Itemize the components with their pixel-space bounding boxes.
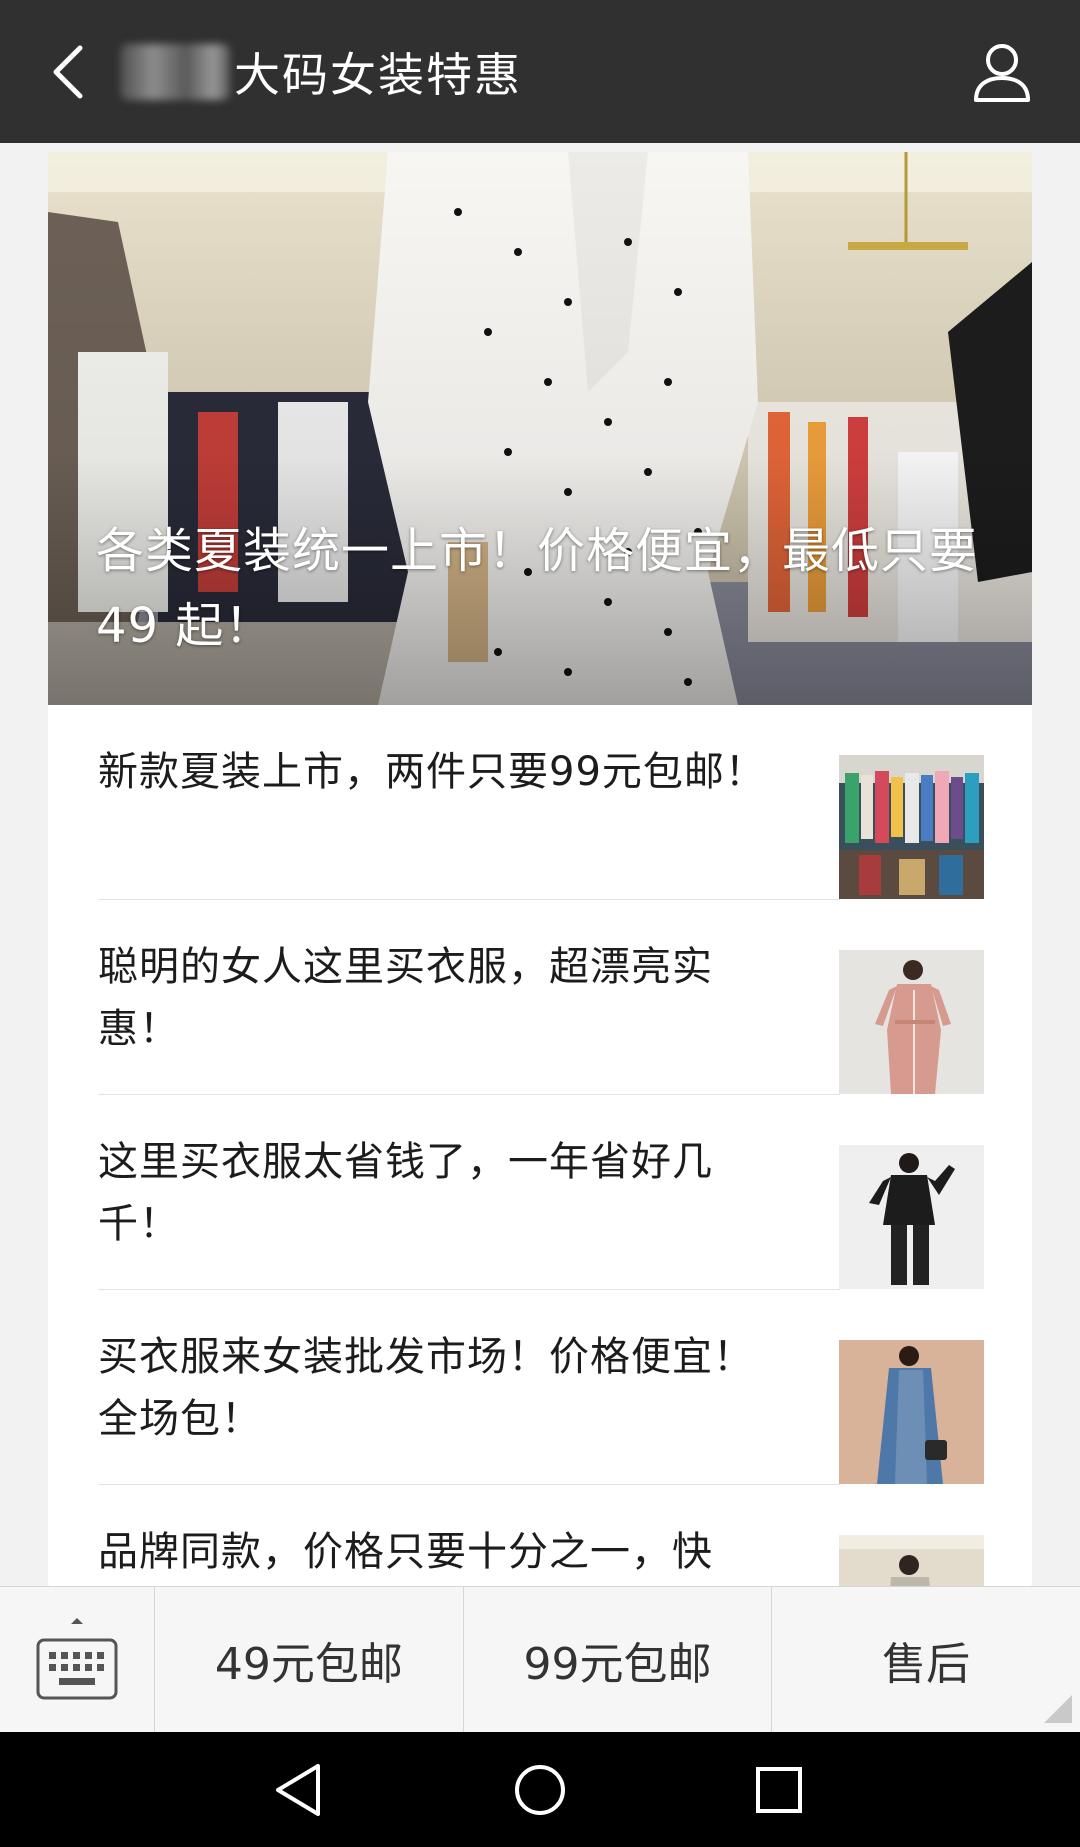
bottom-menu: 49元包邮 99元包邮 售后: [0, 1586, 1080, 1733]
menu-item-99-free-shipping[interactable]: 99元包邮: [464, 1587, 773, 1733]
wechat-official-account-page: 大码女装特惠 各类夏装统一上市！价格便宜，最低只要 49 起！ 新款夏装上市，两…: [0, 0, 1080, 1847]
menu-item-label: 售后: [882, 1639, 971, 1690]
keyboard-toggle-button[interactable]: [0, 1587, 155, 1733]
page-title: 大码女装特惠: [234, 48, 522, 102]
article-item[interactable]: 聪明的女人这里买衣服，超漂亮实惠！: [48, 900, 1032, 1095]
hero-title: 各类夏装统一上市！价格便宜，最低只要 49 起！: [96, 523, 979, 654]
square-recents-icon: [756, 1767, 802, 1813]
article-list: 新款夏装上市，两件只要99元包邮！ 聪明的女人这里买衣服，超漂亮实惠！ 这里买衣…: [48, 705, 1032, 1587]
profile-button[interactable]: [964, 34, 1040, 110]
top-bar: 大码女装特惠: [0, 0, 1080, 143]
triangle-back-icon: [276, 1764, 320, 1816]
article-item[interactable]: 品牌同款，价格只要十分之一，快: [48, 1485, 1032, 1587]
article-card: 各类夏装统一上市！价格便宜，最低只要 49 起！ 新款夏装上市，两件只要99元包…: [48, 152, 1032, 1587]
article-item[interactable]: 这里买衣服太省钱了，一年省好几千！: [48, 1095, 1032, 1290]
system-recents-button[interactable]: [743, 1754, 815, 1826]
chevron-left-icon: [53, 45, 83, 99]
article-thumbnail: [839, 1340, 984, 1484]
menu-item-label: 99元包邮: [523, 1639, 712, 1690]
article-title: 品牌同款，价格只要十分之一，快: [98, 1529, 713, 1575]
hero-article[interactable]: 各类夏装统一上市！价格便宜，最低只要 49 起！: [48, 152, 1032, 705]
system-nav-bar: [0, 1732, 1080, 1847]
submenu-indicator-icon: [1044, 1695, 1073, 1723]
system-home-button[interactable]: [504, 1754, 576, 1826]
article-title: 新款夏装上市，两件只要99元包邮！: [98, 749, 766, 795]
article-title: 这里买衣服太省钱了，一年省好几千！: [98, 1139, 713, 1247]
article-thumbnail: [839, 1145, 984, 1289]
menu-item-label: 49元包邮: [214, 1639, 403, 1690]
menu-item-49-free-shipping[interactable]: 49元包邮: [155, 1587, 464, 1733]
blurred-account-name: [120, 44, 230, 100]
article-item[interactable]: 买衣服来女装批发市场！价格便宜！全场包！: [48, 1290, 1032, 1485]
article-title: 买衣服来女装批发市场！价格便宜！全场包！: [98, 1334, 754, 1442]
page-title-wrap: 大码女装特惠: [120, 36, 522, 108]
person-icon: [974, 44, 1030, 102]
article-thumbnail: [839, 1535, 984, 1587]
article-thumbnail: [839, 755, 984, 899]
article-item[interactable]: 新款夏装上市，两件只要99元包邮！: [48, 705, 1032, 900]
system-back-button[interactable]: [262, 1754, 334, 1826]
menu-item-after-sales[interactable]: 售后: [772, 1587, 1080, 1733]
keyboard-icon: [36, 1618, 118, 1700]
article-thumbnail: [839, 950, 984, 1094]
circle-home-icon: [515, 1765, 565, 1815]
back-button[interactable]: [28, 32, 108, 112]
article-title: 聪明的女人这里买衣服，超漂亮实惠！: [98, 944, 713, 1052]
